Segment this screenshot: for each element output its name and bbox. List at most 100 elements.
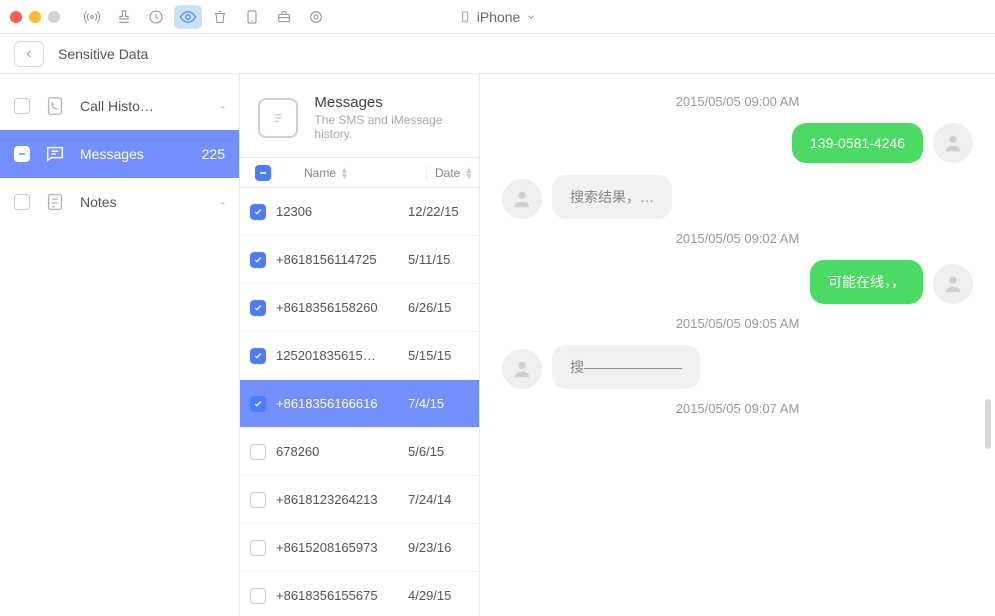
thread-name: +8618356155675 (276, 588, 398, 603)
minimize-window-button[interactable] (29, 11, 41, 23)
message-row: 139-0581-4246 (502, 123, 973, 163)
window-controls (10, 11, 60, 23)
thread-row[interactable]: 678260 5/6/15 (240, 428, 479, 476)
thread-date: 4/29/15 (408, 588, 451, 603)
tablet-icon[interactable] (238, 5, 266, 29)
thread-list-subtitle: The SMS and iMessage history. (314, 113, 461, 141)
toolbar-icons (78, 5, 330, 29)
thread-date: 7/4/15 (408, 396, 444, 411)
thread-name: +8618356166616 (276, 396, 398, 411)
conversation-pane: 2015/05/05 09:00 AM 139-0581-4246 搜索结果，… 20… (480, 74, 995, 616)
sidebar-label: Messages (80, 146, 188, 162)
sort-icon: ▲▼ (340, 167, 349, 179)
thread-name: 125201835615… (276, 348, 398, 363)
thread-list: Messages The SMS and iMessage history. N… (240, 74, 480, 616)
avatar (502, 179, 542, 219)
chevron-left-icon (24, 48, 34, 60)
thread-row[interactable]: +8615208165973 9/23/16 (240, 524, 479, 572)
sidebar-item-notes[interactable]: Notes - (0, 178, 239, 226)
timestamp: 2015/05/05 09:00 AM (502, 94, 973, 109)
messages-icon (44, 143, 66, 165)
thread-date: 9/23/16 (408, 540, 451, 555)
thread-row[interactable]: +86181232642137/24/14 (240, 476, 479, 524)
thread-row[interactable]: +8618356166616 7/4/15 (240, 380, 479, 428)
column-name[interactable]: Name ▲▼ (276, 166, 426, 180)
breadcrumb-bar: Sensitive Data (0, 34, 995, 74)
incoming-message: 搜——————— (552, 345, 700, 389)
checkbox-partial[interactable] (14, 146, 30, 162)
scrollbar[interactable] (985, 399, 991, 449)
thread-name: +8615208165973 (276, 540, 398, 555)
sidebar-label: Call Histo… (80, 98, 206, 114)
thread-date: 6/26/15 (408, 300, 451, 315)
broadcast-icon[interactable] (78, 5, 106, 29)
thread-name: +8618123264213 (276, 492, 398, 507)
chevron-down-icon (526, 12, 536, 22)
thread-checkbox[interactable] (250, 204, 266, 220)
outgoing-message: 139-0581-4246 (792, 123, 923, 163)
phone-icon (459, 9, 471, 25)
thread-date: 5/6/15 (408, 444, 444, 459)
thread-checkbox[interactable] (250, 540, 266, 556)
eye-icon[interactable] (174, 5, 202, 29)
thread-checkbox[interactable] (250, 396, 266, 412)
thread-name: +8618156114725 (276, 252, 398, 267)
phone-log-icon (44, 95, 66, 117)
column-date[interactable]: Date ▲▼ (426, 166, 479, 180)
avatar (933, 123, 973, 163)
message-row: 可能在线，， (502, 260, 973, 304)
sidebar-item-call-history[interactable]: Call Histo… - (0, 82, 239, 130)
incoming-message: 搜索结果，… (552, 175, 672, 219)
thread-list-header: Messages The SMS and iMessage history. (240, 74, 479, 158)
timestamp: 2015/05/05 09:07 AM (502, 401, 973, 416)
avatar (933, 264, 973, 304)
device-name: iPhone (477, 9, 521, 25)
checkbox[interactable] (14, 194, 30, 210)
sidebar-label: Notes (80, 194, 206, 210)
messages-large-icon (258, 98, 298, 138)
thread-checkbox[interactable] (250, 492, 266, 508)
avatar (502, 349, 542, 389)
clock-icon[interactable] (142, 5, 170, 29)
outgoing-message: 可能在线，， (810, 260, 923, 304)
thread-checkbox[interactable] (250, 348, 266, 364)
title-bar: iPhone (0, 0, 995, 34)
thread-name: 12306 (276, 204, 398, 219)
thread-date: 5/11/15 (408, 252, 450, 267)
thread-row[interactable]: +8618356155675 4/29/15 (240, 572, 479, 616)
thread-name: 678260 (276, 444, 398, 459)
notes-icon (44, 191, 66, 213)
column-headers: Name ▲▼ Date ▲▼ (240, 158, 479, 188)
message-row: 搜索结果，… (502, 175, 973, 219)
stamp-icon[interactable] (110, 5, 138, 29)
main-area: Call Histo… - Messages 225 Notes - (0, 74, 995, 616)
thread-checkbox[interactable] (250, 300, 266, 316)
close-window-button[interactable] (10, 11, 22, 23)
timestamp: 2015/05/05 09:02 AM (502, 231, 973, 246)
thread-checkbox[interactable] (250, 252, 266, 268)
breadcrumb-title: Sensitive Data (58, 46, 148, 62)
thread-checkbox[interactable] (250, 444, 266, 460)
sidebar-count: 225 (202, 146, 225, 162)
sidebar: Call Histo… - Messages 225 Notes - (0, 74, 240, 616)
thread-name: +8618356158260 (276, 300, 398, 315)
device-selector[interactable]: iPhone (459, 9, 537, 25)
back-button[interactable] (14, 41, 44, 67)
target-icon[interactable] (302, 5, 330, 29)
thread-row[interactable]: +8618156114725 5/11/15 (240, 236, 479, 284)
sidebar-count: - (220, 194, 225, 210)
thread-row[interactable]: +8618356158260 6/26/15 (240, 284, 479, 332)
briefcase-icon[interactable] (270, 5, 298, 29)
thread-date: 5/15/15 (408, 348, 451, 363)
maximize-window-button[interactable] (48, 11, 60, 23)
thread-row[interactable]: 125201835615… 5/15/15 (240, 332, 479, 380)
thread-row[interactable]: 1230612/22/15 (240, 188, 479, 236)
sort-icon: ▲▼ (464, 167, 473, 179)
checkbox[interactable] (14, 98, 30, 114)
thread-checkbox[interactable] (250, 588, 266, 604)
message-row: 搜——————— (502, 345, 973, 389)
select-all-checkbox[interactable] (255, 165, 271, 181)
trash-icon[interactable] (206, 5, 234, 29)
sidebar-item-messages[interactable]: Messages 225 (0, 130, 239, 178)
timestamp: 2015/05/05 09:05 AM (502, 316, 973, 331)
